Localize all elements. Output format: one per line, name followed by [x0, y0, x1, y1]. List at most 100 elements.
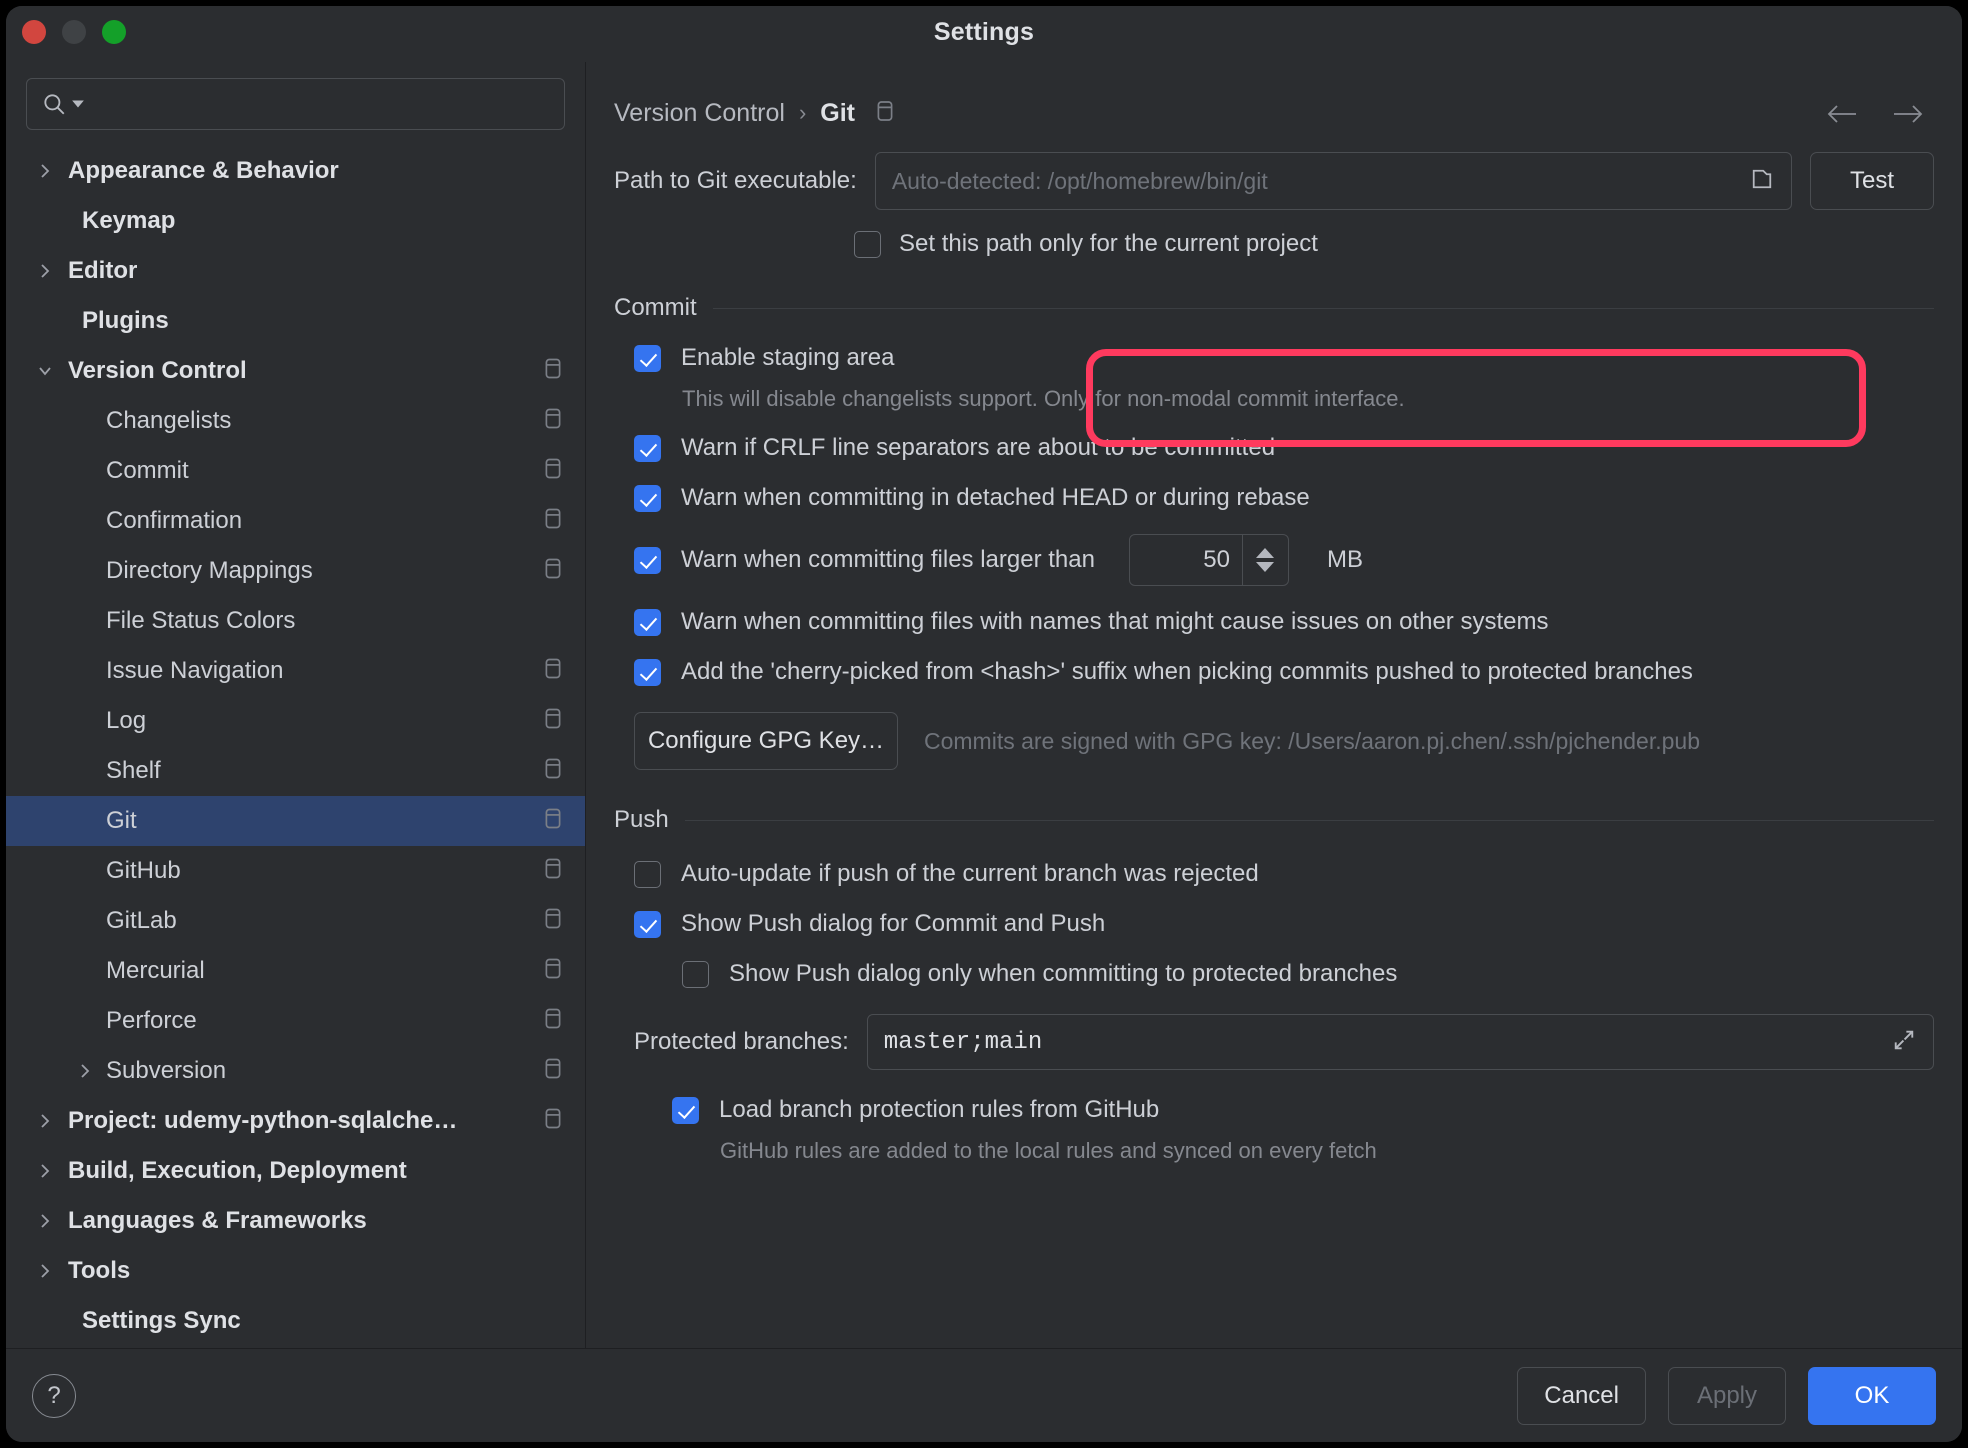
ok-button[interactable]: OK [1808, 1366, 1936, 1425]
apply-button[interactable]: Apply [1668, 1366, 1786, 1425]
configure-gpg-key-button[interactable]: Configure GPG Key… [634, 712, 898, 770]
sidebar-item-github[interactable]: GitHub [6, 846, 585, 896]
sidebar-item-label: Git [106, 807, 137, 834]
github-rules-block: Load branch protection rules from GitHub… [614, 1096, 1934, 1164]
chevron-right-icon[interactable] [28, 1212, 62, 1230]
warn-file-names-checkbox[interactable] [634, 608, 661, 636]
breadcrumb-parent[interactable]: Version Control [614, 99, 785, 128]
chevron-right-icon[interactable] [28, 1112, 62, 1130]
enable-staging-label: Enable staging area [681, 344, 895, 371]
chevron-down-icon[interactable] [28, 362, 62, 380]
sidebar-item-issue-navigation[interactable]: Issue Navigation [6, 646, 585, 696]
test-git-button[interactable]: Test [1810, 152, 1934, 210]
sidebar-item-gitlab[interactable]: GitLab [6, 896, 585, 946]
show-push-dialog-checkbox[interactable] [634, 910, 661, 938]
sidebar-item-tools[interactable]: Tools [6, 1246, 585, 1296]
push-section-title: Push [614, 806, 669, 833]
cancel-button[interactable]: Cancel [1517, 1366, 1646, 1425]
sidebar-item-label: Directory Mappings [106, 557, 313, 584]
sidebar-item-appearance-behavior[interactable]: Appearance & Behavior [6, 146, 585, 196]
sidebar-item-build-execution-deployment[interactable]: Build, Execution, Deployment [6, 1146, 585, 1196]
sidebar-item-label: Languages & Frameworks [68, 1207, 367, 1234]
warn-crlf-row[interactable]: Warn if CRLF line separators are about t… [634, 434, 1934, 462]
warn-file-size-checkbox[interactable] [634, 546, 661, 574]
sidebar-item-label: Changelists [106, 407, 232, 434]
load-github-rules-row[interactable]: Load branch protection rules from GitHub [672, 1096, 1934, 1124]
sidebar-item-settings-sync[interactable]: Settings Sync [6, 1296, 585, 1346]
chevron-right-icon[interactable] [28, 162, 62, 180]
sidebar-item-editor[interactable]: Editor [6, 246, 585, 296]
cherry-picked-suffix-row[interactable]: Add the 'cherry-picked from <hash>' suff… [634, 658, 1934, 686]
commit-section-title: Commit [614, 294, 697, 321]
settings-main-pane: Version Control › Git Path to Git execut… [586, 62, 1962, 1348]
file-size-stepper-buttons[interactable] [1241, 535, 1288, 585]
sidebar-item-directory-mappings[interactable]: Directory Mappings [6, 546, 585, 596]
show-push-dialog-protected-row[interactable]: Show Push dialog only when committing to… [634, 960, 1934, 988]
back-arrow-icon[interactable] [1826, 100, 1860, 133]
project-only-checkbox[interactable] [854, 230, 881, 258]
sidebar-item-log[interactable]: Log [6, 696, 585, 746]
sidebar-item-keymap[interactable]: Keymap [6, 196, 585, 246]
breadcrumb-separator: › [798, 100, 807, 125]
project-scope-icon [543, 657, 563, 686]
git-path-input[interactable]: Auto-detected: /opt/homebrew/bin/git [874, 152, 1792, 210]
search-box[interactable] [26, 78, 565, 130]
sidebar-item-label: Log [106, 707, 147, 734]
load-github-rules-checkbox[interactable] [672, 1096, 699, 1124]
project-only-row[interactable]: Set this path only for the current proje… [614, 230, 1934, 258]
chevron-right-icon[interactable] [28, 262, 62, 280]
sidebar-item-commit[interactable]: Commit [6, 446, 585, 496]
gpg-key-row: Configure GPG Key… Commits are signed wi… [614, 712, 1934, 770]
file-size-value[interactable]: 50 [1130, 535, 1242, 585]
chevron-right-icon[interactable] [28, 1262, 62, 1280]
enable-staging-description: This will disable changelists support. O… [682, 386, 1405, 411]
show-push-dialog-row[interactable]: Show Push dialog for Commit and Push [634, 910, 1934, 938]
sidebar-item-label: GitLab [106, 907, 177, 934]
warn-detached-head-checkbox[interactable] [634, 484, 661, 512]
sidebar-item-mercurial[interactable]: Mercurial [6, 946, 585, 996]
sidebar-item-shelf[interactable]: Shelf [6, 746, 585, 796]
expand-field-icon[interactable] [1891, 1027, 1917, 1058]
auto-update-push-checkbox[interactable] [634, 860, 661, 888]
warn-file-size-label: Warn when committing files larger than [681, 546, 1095, 573]
enable-staging-row[interactable]: Enable staging area [634, 344, 1934, 372]
protected-branches-input[interactable]: master;main [866, 1014, 1934, 1070]
push-section-header: Push [614, 806, 1934, 834]
sidebar-item-perforce[interactable]: Perforce [6, 996, 585, 1046]
sidebar-item-changelists[interactable]: Changelists [6, 396, 585, 446]
auto-update-push-row[interactable]: Auto-update if push of the current branc… [634, 860, 1934, 888]
cherry-picked-suffix-checkbox[interactable] [634, 658, 661, 686]
forward-arrow-icon[interactable] [1890, 100, 1924, 133]
chevron-right-icon[interactable] [28, 1162, 62, 1180]
sidebar-item-file-status-colors[interactable]: File Status Colors [6, 596, 585, 646]
sidebar-item-languages-frameworks[interactable]: Languages & Frameworks [6, 1196, 585, 1246]
sidebar-item-label: Tools [68, 1257, 131, 1284]
enable-staging-checkbox[interactable] [634, 344, 661, 372]
warn-crlf-label: Warn if CRLF line separators are about t… [681, 434, 1276, 461]
stepper-down-icon[interactable] [1256, 562, 1275, 572]
search-dropdown-icon[interactable] [71, 97, 85, 111]
protected-branches-value: master;main [883, 1028, 1043, 1056]
cherry-picked-suffix-label: Add the 'cherry-picked from <hash>' suff… [681, 658, 1693, 685]
warn-crlf-checkbox[interactable] [634, 434, 661, 462]
sidebar-item-label: Plugins [82, 307, 169, 334]
chevron-right-icon[interactable] [68, 1062, 102, 1080]
git-path-row: Path to Git executable: Auto-detected: /… [614, 152, 1934, 210]
stepper-up-icon[interactable] [1256, 548, 1275, 558]
settings-window: Settings Appearance & Behavior Keymap Ed… [6, 6, 1962, 1442]
sidebar-item-project-udemy-python-sqlalche[interactable]: Project: udemy-python-sqlalche… [6, 1096, 585, 1146]
sidebar-item-git[interactable]: Git [6, 796, 585, 846]
file-size-stepper[interactable]: 50 [1128, 534, 1289, 586]
sidebar-item-version-control[interactable]: Version Control [6, 346, 585, 396]
browse-folder-icon[interactable] [1749, 166, 1775, 197]
search-input[interactable] [89, 92, 550, 116]
footer-buttons: Cancel Apply OK [1517, 1366, 1936, 1425]
sidebar-item-plugins[interactable]: Plugins [6, 296, 585, 346]
show-push-dialog-protected-checkbox[interactable] [682, 960, 709, 988]
warn-detached-head-row[interactable]: Warn when committing in detached HEAD or… [634, 484, 1934, 512]
warn-file-size-row[interactable]: Warn when committing files larger than 5… [634, 534, 1934, 586]
warn-file-names-row[interactable]: Warn when committing files with names th… [634, 608, 1934, 636]
help-button[interactable]: ? [32, 1373, 76, 1418]
sidebar-item-subversion[interactable]: Subversion [6, 1046, 585, 1096]
sidebar-item-confirmation[interactable]: Confirmation [6, 496, 585, 546]
